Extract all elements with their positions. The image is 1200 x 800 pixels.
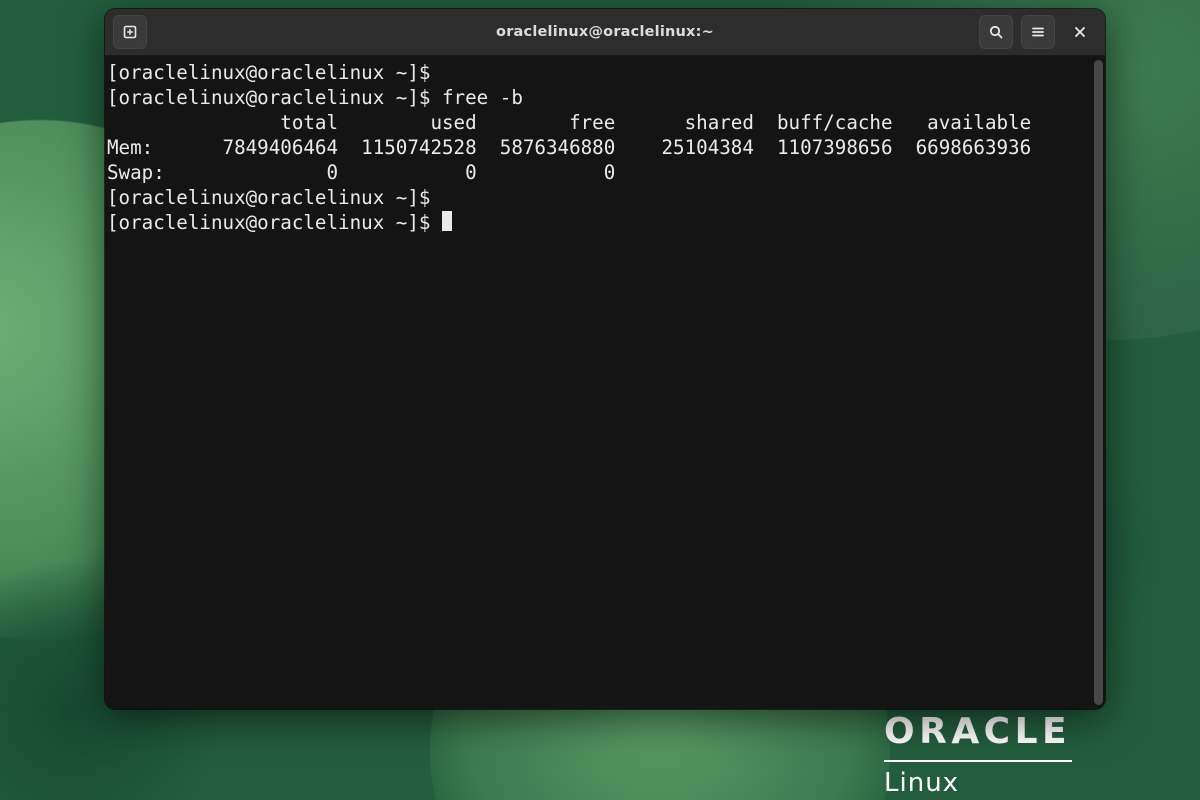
terminal-viewport[interactable]: [oraclelinux@oraclelinux ~]$ [oraclelinu… bbox=[105, 56, 1105, 709]
brand-line-2: Linux bbox=[884, 770, 1072, 796]
terminal-line: [oraclelinux@oraclelinux ~]$ bbox=[107, 210, 1103, 235]
search-button[interactable] bbox=[979, 15, 1013, 49]
desktop-wallpaper: ORACLE Linux oraclelinux@oraclelinux:~ bbox=[0, 0, 1200, 800]
terminal-line: total used free shared buff/cache availa… bbox=[107, 110, 1103, 135]
close-button[interactable] bbox=[1063, 15, 1097, 49]
terminal-output[interactable]: [oraclelinux@oraclelinux ~]$ [oraclelinu… bbox=[105, 56, 1105, 237]
titlebar-spacer bbox=[155, 15, 189, 49]
brand-divider bbox=[884, 760, 1072, 762]
terminal-line: [oraclelinux@oraclelinux ~]$ free -b bbox=[107, 85, 1103, 110]
terminal-line: [oraclelinux@oraclelinux ~]$ bbox=[107, 60, 1103, 85]
close-icon bbox=[1073, 25, 1087, 39]
hamburger-icon bbox=[1030, 24, 1046, 40]
terminal-window: oraclelinux@oraclelinux:~ bbox=[105, 9, 1105, 709]
terminal-line: [oraclelinux@oraclelinux ~]$ bbox=[107, 185, 1103, 210]
window-titlebar[interactable]: oraclelinux@oraclelinux:~ bbox=[105, 9, 1105, 56]
brand-line-1: ORACLE bbox=[884, 714, 1072, 750]
terminal-line: Swap: 0 0 0 bbox=[107, 160, 1103, 185]
oracle-linux-logo: ORACLE Linux bbox=[884, 714, 1072, 796]
search-icon bbox=[988, 24, 1004, 40]
terminal-cursor bbox=[442, 211, 452, 231]
new-tab-button[interactable] bbox=[113, 15, 147, 49]
terminal-line: Mem: 7849406464 1150742528 5876346880 25… bbox=[107, 135, 1103, 160]
window-title: oraclelinux@oraclelinux:~ bbox=[239, 24, 971, 40]
scrollbar-vertical[interactable] bbox=[1094, 60, 1103, 705]
titlebar-spacer bbox=[197, 15, 231, 49]
menu-button[interactable] bbox=[1021, 15, 1055, 49]
